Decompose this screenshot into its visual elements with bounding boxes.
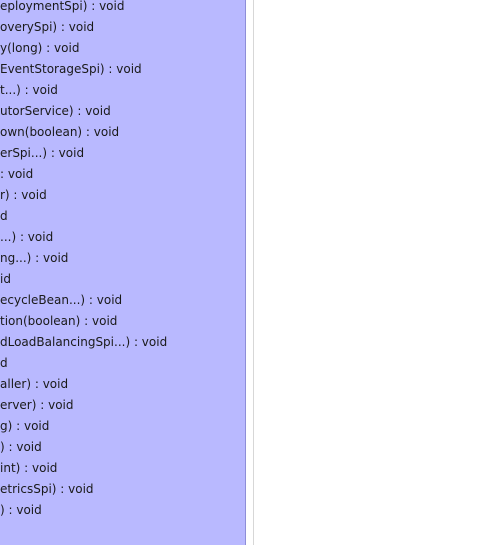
method-item[interactable]: : void xyxy=(0,164,245,185)
method-item[interactable]: erSpi...) : void xyxy=(0,143,245,164)
method-item[interactable]: own(boolean) : void xyxy=(0,122,245,143)
method-item[interactable]: t...) : void xyxy=(0,80,245,101)
method-item[interactable]: ) : void xyxy=(0,437,245,458)
method-item[interactable]: ) : void xyxy=(0,500,245,521)
method-item[interactable]: d xyxy=(0,206,245,227)
panel-gap xyxy=(246,0,253,545)
method-item[interactable]: tion(boolean) : void xyxy=(0,311,245,332)
method-outline-panel: eploymentSpi) : void overySpi) : void y(… xyxy=(0,0,246,545)
method-item[interactable]: overySpi) : void xyxy=(0,17,245,38)
method-item[interactable]: aller) : void xyxy=(0,374,245,395)
method-item[interactable]: dLoadBalancingSpi...) : void xyxy=(0,332,245,353)
method-item[interactable]: eploymentSpi) : void xyxy=(0,0,245,17)
method-list: eploymentSpi) : void overySpi) : void y(… xyxy=(0,0,245,521)
method-item[interactable]: d xyxy=(0,353,245,374)
method-item[interactable]: utorService) : void xyxy=(0,101,245,122)
ide-window: eploymentSpi) : void overySpi) : void y(… xyxy=(0,0,481,545)
method-item[interactable]: y(long) : void xyxy=(0,38,245,59)
method-item[interactable]: erver) : void xyxy=(0,395,245,416)
method-item[interactable]: etricsSpi) : void xyxy=(0,479,245,500)
method-item[interactable]: EventStorageSpi) : void xyxy=(0,59,245,80)
method-item[interactable]: r) : void xyxy=(0,185,245,206)
method-item[interactable]: ...) : void xyxy=(0,227,245,248)
method-item[interactable]: int) : void xyxy=(0,458,245,479)
method-item[interactable]: id xyxy=(0,269,245,290)
editor-area[interactable] xyxy=(254,0,481,545)
method-item[interactable]: g) : void xyxy=(0,416,245,437)
method-item[interactable]: ng...) : void xyxy=(0,248,245,269)
method-item[interactable]: ecycleBean...) : void xyxy=(0,290,245,311)
